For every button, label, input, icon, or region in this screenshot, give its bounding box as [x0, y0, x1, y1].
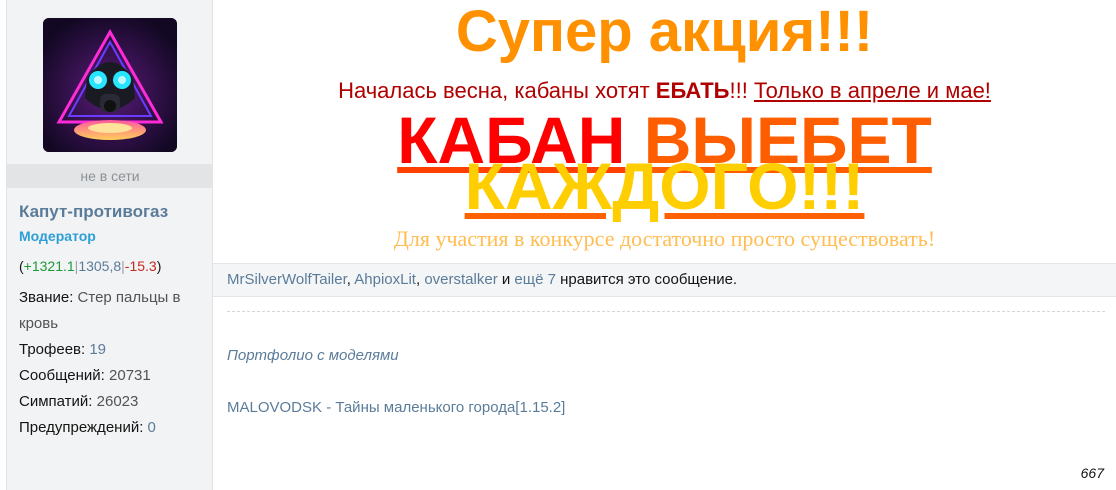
liker-link[interactable]: MrSilverWolfTailer	[227, 271, 347, 288]
user-role: Модератор	[19, 228, 96, 244]
stat-warnings: Предупреждений: 0	[19, 415, 209, 441]
stat-trophies: Трофеев: 19	[19, 337, 209, 363]
stat-messages: Сообщений: 20731	[19, 363, 209, 389]
stat-label: Предупреждений:	[19, 419, 144, 436]
likes-and: и	[497, 271, 515, 288]
stat-label: Симпатий:	[19, 393, 93, 410]
username-link[interactable]: Капут-противогаз	[19, 202, 168, 222]
user-sidebar: не в сети Капут-противогаз Модератор (+1…	[6, 0, 213, 490]
post-body: Супер акция!!! Началась весна, кабаны хо…	[213, 0, 1116, 490]
signature-divider	[227, 311, 1105, 312]
rep-neutral: 1305,8	[78, 258, 122, 274]
headline-line2: КАЖДОГО!!!	[464, 149, 865, 223]
stat-label: Звание:	[19, 289, 74, 306]
avatar[interactable]	[43, 18, 177, 152]
liker-link[interactable]: AhpioxLit	[354, 271, 416, 288]
portfolio-link[interactable]: Портфолио с моделями	[227, 347, 399, 364]
likes-more-link[interactable]: ещё 7	[514, 271, 556, 288]
post-container: не в сети Капут-противогаз Модератор (+1…	[6, 0, 1116, 490]
likes-suffix: нравится это сообщение.	[555, 271, 738, 288]
stat-value: 26023	[96, 393, 139, 410]
stat-value-link[interactable]: 19	[89, 341, 106, 358]
stat-rank: Звание: Стер пальцы в кровь	[19, 285, 209, 337]
likes-bar: MrSilverWolfTailer, AhpioxLit, overstalk…	[213, 263, 1116, 297]
promo-title: Супер акция!!!	[455, 0, 874, 64]
post-number: 667	[1080, 465, 1104, 481]
liker-link[interactable]: overstalker	[424, 271, 497, 288]
rep-negative: -15.3	[124, 258, 157, 274]
stat-label: Сообщений:	[19, 367, 105, 384]
stat-label: Трофеев:	[19, 341, 86, 358]
rep-close: )	[156, 258, 162, 274]
user-stats: Звание: Стер пальцы в кровь Трофеев: 19 …	[19, 285, 209, 441]
contest-note: Для участия в конкурсе достаточно просто…	[393, 226, 936, 251]
stat-value-link[interactable]: 0	[148, 419, 156, 436]
gas-mask-avatar-image	[43, 18, 177, 152]
reputation: (+1321.1|1305,8|-15.3)	[19, 258, 161, 274]
stat-value: 20731	[109, 367, 151, 384]
online-status: не в сети	[7, 164, 213, 188]
project-link[interactable]: MALOVODSK - Тайны маленького города[1.15…	[227, 399, 565, 416]
stat-likes: Симпатий: 26023	[19, 389, 209, 415]
rep-positive: +1321.1	[23, 258, 75, 274]
